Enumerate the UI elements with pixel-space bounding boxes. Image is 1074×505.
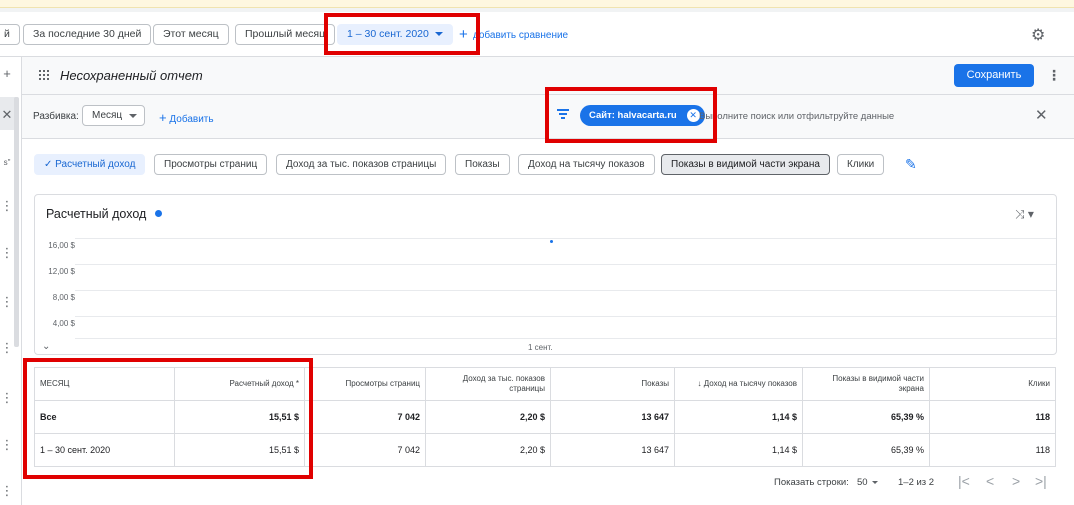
col-impressions[interactable]: Показы xyxy=(550,367,675,401)
date-chip-last-month[interactable]: Прошлый месяц xyxy=(235,24,336,45)
filter-search-input[interactable]: Выполните поиск или отфильтруйте данные xyxy=(699,111,894,122)
plus-icon: + xyxy=(159,110,167,125)
last-page-icon[interactable]: >| xyxy=(1035,473,1047,489)
check-icon: ✓ xyxy=(44,159,56,170)
expand-chevron-icon[interactable]: ⌄ xyxy=(42,341,50,352)
chart-type-icon[interactable]: ⤨ ▾ xyxy=(1015,207,1034,222)
metric-chip-page-views[interactable]: Просмотры страниц xyxy=(154,154,268,175)
table-cell: 65,39 % xyxy=(802,433,930,467)
table-cell: 13 647 xyxy=(550,400,675,434)
rail-kebab-icon[interactable]: ⋮ xyxy=(0,340,14,356)
table-cell: 7 042 xyxy=(304,433,426,467)
chevron-down-icon xyxy=(871,480,878,484)
table-cell: 118 xyxy=(929,400,1056,434)
notification-strip xyxy=(0,0,1074,8)
add-breakdown-button[interactable]: + Добавить xyxy=(159,110,214,125)
left-rail: + ✕ s" ⋮ ⋮ ⋮ ⋮ ⋮ ⋮ ⋮ xyxy=(0,57,22,505)
rows-per-page-select[interactable]: 50 xyxy=(857,477,878,488)
table-cell: 65,39 % xyxy=(802,400,930,434)
y-tick-label: 8,00 $ xyxy=(52,293,75,302)
rail-kebab-icon[interactable]: ⋮ xyxy=(0,437,14,453)
x-tick-label: 1 сент. xyxy=(528,343,553,352)
y-tick-label: 4,00 $ xyxy=(52,319,75,328)
col-page-views[interactable]: Просмотры страниц xyxy=(304,367,426,401)
metric-chip-viewability[interactable]: Показы в видимой части экрана xyxy=(661,154,830,175)
close-icon[interactable]: ✕ xyxy=(1035,106,1048,124)
table-cell: 1,14 $ xyxy=(674,433,803,467)
table-cell: 2,20 $ xyxy=(425,433,551,467)
gridline xyxy=(75,264,1056,265)
metric-chip-estimated-revenue[interactable]: ✓ Расчетный доход xyxy=(34,154,146,175)
data-point[interactable] xyxy=(550,240,553,243)
table-cell: 1,14 $ xyxy=(674,400,803,434)
chart-card: Расчетный доход ⤨ ▾ 16,00 $ 12,00 $ 8,00… xyxy=(34,194,1057,355)
rows-per-page-value: 50 xyxy=(857,477,868,488)
gridline xyxy=(75,238,1056,239)
add-breakdown-label: Добавить xyxy=(169,114,214,125)
apps-grid-icon[interactable] xyxy=(39,70,49,80)
rail-scrollbar[interactable] xyxy=(14,97,19,347)
col-clicks[interactable]: Клики xyxy=(929,367,1056,401)
table-cell: 13 647 xyxy=(550,433,675,467)
gear-icon[interactable]: ⚙ xyxy=(1031,25,1045,45)
col-viewability[interactable]: Показы в видимой части экрана xyxy=(802,367,930,401)
report-title[interactable]: Несохраненный отчет xyxy=(60,68,203,83)
table-cell: 118 xyxy=(929,433,1056,467)
rail-kebab-icon[interactable]: ⋮ xyxy=(0,198,14,214)
metric-chip-page-rpm[interactable]: Доход за тыс. показов страницы xyxy=(276,154,447,175)
more-vert-icon[interactable]: ⋮ xyxy=(1047,67,1061,84)
pagination-range: 1–2 из 2 xyxy=(898,477,935,488)
rows-per-page-label: Показать строки: xyxy=(774,477,849,488)
highlight-box-site-filter xyxy=(545,87,717,143)
breakdown-label: Разбивка: xyxy=(33,111,79,122)
table-cell: 2,20 $ xyxy=(425,400,551,434)
gridline xyxy=(75,316,1056,317)
date-chip-this-month[interactable]: Этот месяц xyxy=(153,24,229,45)
y-tick-label: 12,00 $ xyxy=(48,267,75,276)
gridline xyxy=(75,290,1056,291)
prev-page-icon[interactable]: < xyxy=(986,473,994,489)
chart-title: Расчетный доход xyxy=(46,207,147,221)
table-cell: 7 042 xyxy=(304,400,426,434)
breakdown-value: Месяц xyxy=(92,110,123,121)
metric-chip-clicks[interactable]: Клики xyxy=(837,154,885,175)
rail-close-icon[interactable]: ✕ xyxy=(0,107,14,123)
rail-add-icon[interactable]: + xyxy=(0,66,14,81)
date-range-bar: й За последние 30 дней Этот месяц Прошлы… xyxy=(0,12,1074,57)
highlight-box-date-range xyxy=(324,13,480,55)
rail-item-partial: s" xyxy=(3,158,11,167)
date-chip-last-30-days[interactable]: За последние 30 дней xyxy=(23,24,152,45)
x-axis-line xyxy=(75,338,1056,339)
series-dot xyxy=(155,210,162,217)
col-impression-rpm[interactable]: ↓ Доход на тысячу показов xyxy=(674,367,803,401)
next-page-icon[interactable]: > xyxy=(1012,473,1020,489)
rail-kebab-icon[interactable]: ⋮ xyxy=(0,245,14,261)
metric-label: Расчетный доход xyxy=(55,159,136,170)
edit-pencil-icon[interactable]: ✎ xyxy=(905,156,917,173)
date-chip-partial[interactable]: й xyxy=(0,24,20,45)
first-page-icon[interactable]: |< xyxy=(958,473,970,489)
chevron-down-icon xyxy=(129,114,137,118)
breakdown-select[interactable]: Месяц xyxy=(82,105,145,126)
col-page-rpm[interactable]: Доход за тыс. показов страницы xyxy=(425,367,551,401)
save-button[interactable]: Сохранить xyxy=(954,64,1034,87)
rail-kebab-icon[interactable]: ⋮ xyxy=(0,483,14,499)
y-tick-label: 16,00 $ xyxy=(48,241,75,250)
rail-kebab-icon[interactable]: ⋮ xyxy=(0,390,14,406)
metric-chip-impression-rpm[interactable]: Доход на тысячу показов xyxy=(518,154,655,175)
highlight-box-revenue-column xyxy=(23,358,313,479)
metric-chip-impressions[interactable]: Показы xyxy=(455,154,510,175)
rail-kebab-icon[interactable]: ⋮ xyxy=(0,294,14,310)
add-comparison-link[interactable]: добавить сравнение xyxy=(473,30,568,41)
